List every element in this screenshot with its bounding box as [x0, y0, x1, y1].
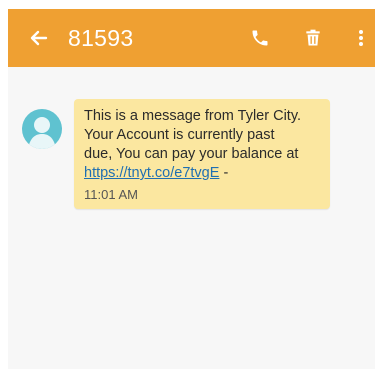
- message-line: due, You can pay your balance at: [84, 146, 299, 162]
- conversation-screen: 81593 This is a message from Tyler City.…: [8, 9, 375, 369]
- message-line: https://tnyt.co/e7tvgE -: [84, 164, 324, 183]
- message-bubble[interactable]: This is a message from Tyler City. Your …: [74, 99, 330, 209]
- trash-icon: [306, 29, 320, 46]
- more-vert-icon: [359, 30, 363, 46]
- message-link[interactable]: https://tnyt.co/e7tvgE: [84, 165, 219, 181]
- contact-title: 81593: [68, 25, 134, 51]
- back-button[interactable]: [24, 23, 54, 53]
- message-timestamp: 11:01 AM: [84, 187, 138, 202]
- back-arrow-icon: [30, 30, 48, 46]
- more-options-button[interactable]: [346, 23, 376, 53]
- message-text: This is a message from Tyler City. Your …: [84, 107, 324, 183]
- delete-button[interactable]: [298, 23, 328, 53]
- contact-avatar[interactable]: [22, 109, 62, 149]
- person-icon: [28, 117, 56, 149]
- message-line: Your Account is currently past: [84, 127, 275, 143]
- link-suffix: -: [219, 165, 229, 181]
- phone-icon: [252, 30, 268, 46]
- message-line: This is a message from Tyler City.: [84, 108, 302, 124]
- call-button[interactable]: [245, 23, 275, 53]
- app-bar: 81593: [8, 9, 375, 67]
